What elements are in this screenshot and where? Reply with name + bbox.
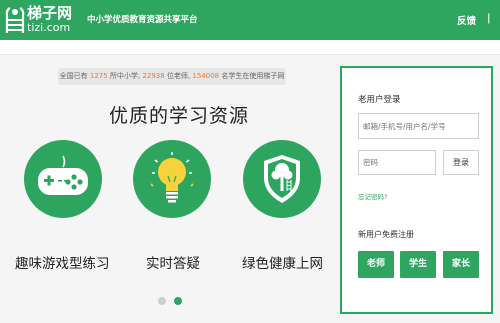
- schools-suffix: 所中小学,: [109, 72, 141, 80]
- feature-label: 实时答疑: [146, 256, 200, 272]
- register-teacher-button[interactable]: 老师: [358, 251, 394, 278]
- login-panel: 老用户登录 登录 忘记密码? 新用户免费注册 老师 学生 家长: [340, 66, 493, 314]
- logo-domain: tizi.com: [27, 21, 71, 34]
- logo-name: 梯子网: [27, 4, 73, 22]
- carousel-dot-2-active[interactable]: [174, 297, 182, 305]
- feedback-link[interactable]: 反馈: [457, 13, 476, 27]
- ladder-logo-icon: [5, 7, 25, 33]
- site-logo[interactable]: 梯子网 tizi.com: [4, 4, 74, 36]
- username-input[interactable]: [358, 113, 479, 139]
- usage-stats: 全国已有 1275 所中小学, 22938 位老师, 154008 名学生在使用…: [58, 68, 286, 85]
- feature-game-circle: [24, 140, 102, 218]
- students-suffix: 名学生在使用梯子网: [221, 72, 285, 80]
- gamepad-icon: [38, 155, 88, 195]
- register-parent-button[interactable]: 家长: [443, 251, 479, 278]
- login-button[interactable]: 登录: [443, 150, 479, 175]
- feature-label: 绿色健康上网: [242, 256, 323, 272]
- site-slogan: 中小学优质教育资源共享平台: [87, 15, 198, 25]
- hero-title: 优质的学习资源: [109, 105, 250, 127]
- register-title: 新用户免费注册: [358, 230, 414, 239]
- header-separator: |: [487, 13, 491, 24]
- login-title: 老用户登录: [358, 95, 401, 105]
- student-count: 154008: [192, 72, 220, 80]
- stats-prefix: 全国已有: [59, 72, 88, 80]
- feature-safe-circle: [243, 140, 321, 218]
- top-header: 梯子网 tizi.com 中小学优质教育资源共享平台 反馈 |: [0, 0, 500, 40]
- password-input[interactable]: [358, 150, 436, 175]
- shield-tree-icon: [264, 155, 300, 203]
- register-student-button[interactable]: 学生: [400, 251, 436, 278]
- school-count: 1275: [89, 72, 108, 80]
- feature-qa-circle: [133, 140, 211, 218]
- lightbulb-icon: [150, 152, 194, 203]
- feature-label: 趣味游戏型练习: [15, 256, 110, 272]
- forgot-password-link[interactable]: 忘记密码?: [358, 191, 387, 201]
- teacher-count: 22938: [142, 72, 165, 80]
- teachers-suffix: 位老师,: [166, 72, 191, 80]
- carousel-dot-1[interactable]: [158, 297, 166, 305]
